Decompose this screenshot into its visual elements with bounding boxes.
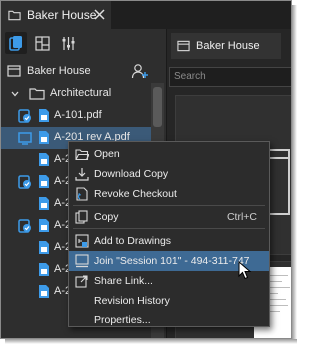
folder-icon bbox=[8, 10, 21, 21]
menu-item-label: Download Copy bbox=[94, 168, 169, 180]
menu-item-revoke-checkout[interactable]: Revoke Checkout bbox=[69, 184, 269, 204]
menu-item-label: Open bbox=[94, 148, 120, 160]
chevron-down-icon[interactable] bbox=[10, 89, 20, 99]
project-name: Baker House bbox=[27, 65, 91, 77]
menu-separator bbox=[73, 228, 265, 229]
sync-status-icon bbox=[18, 218, 32, 234]
pdf-file-icon bbox=[38, 284, 50, 299]
menu-item-open[interactable]: Open bbox=[69, 144, 269, 164]
project-icon bbox=[177, 40, 190, 52]
share-link-icon bbox=[75, 275, 88, 288]
documents-icon bbox=[9, 36, 22, 51]
sliders-icon bbox=[62, 36, 74, 50]
download-icon bbox=[75, 168, 89, 181]
scroll-thumb[interactable] bbox=[153, 87, 162, 127]
app-window: Baker House Baker House Architectural A-… bbox=[0, 0, 292, 339]
tree-folder-architectural[interactable]: Architectural bbox=[1, 83, 161, 105]
pdf-file-icon bbox=[38, 152, 50, 167]
context-menu: Open Download Copy Revoke Checkout Copy Ctrl… bbox=[68, 141, 270, 327]
pdf-file-icon bbox=[38, 196, 50, 211]
pdf-file-icon bbox=[38, 240, 50, 255]
menu-separator bbox=[73, 205, 265, 206]
layout-view-button[interactable] bbox=[31, 32, 53, 54]
tree-file-row[interactable]: A-101.pdf bbox=[1, 105, 161, 127]
copy-icon bbox=[75, 210, 88, 224]
revoke-checkout-icon bbox=[76, 187, 88, 201]
tab-title: Baker House bbox=[27, 8, 97, 22]
menu-item-label: Revision History bbox=[94, 295, 170, 307]
panel-toolbar bbox=[1, 29, 166, 57]
add-user-icon[interactable] bbox=[131, 63, 149, 79]
file-label: A-101.pdf bbox=[54, 109, 102, 121]
menu-item-properties[interactable]: Properties... bbox=[69, 310, 269, 330]
checked-out-icon bbox=[18, 130, 32, 146]
mouse-cursor-icon bbox=[238, 261, 252, 280]
pdf-file-icon bbox=[38, 174, 50, 189]
menu-item-revision-history[interactable]: Revision History bbox=[69, 291, 269, 311]
menu-item-add-to-drawings[interactable]: Add to Drawings bbox=[69, 231, 269, 251]
tab-baker-house[interactable]: Baker House bbox=[1, 1, 111, 29]
sync-status-icon bbox=[18, 108, 32, 124]
pdf-file-icon bbox=[38, 262, 50, 277]
join-session-icon bbox=[75, 254, 89, 268]
menu-item-copy[interactable]: Copy Ctrl+C bbox=[69, 207, 269, 227]
breadcrumb-tab[interactable]: Baker House bbox=[171, 33, 281, 59]
menu-item-label: Revoke Checkout bbox=[94, 188, 177, 200]
search-placeholder: Search bbox=[174, 71, 206, 82]
folder-icon bbox=[29, 88, 45, 100]
menu-item-label: Properties... bbox=[94, 314, 151, 326]
documents-view-button[interactable] bbox=[5, 32, 27, 54]
menu-item-label: Share Link... bbox=[94, 275, 153, 287]
folder-label: Architectural bbox=[50, 87, 112, 99]
menu-item-label: Copy bbox=[94, 211, 119, 223]
add-drawings-icon bbox=[75, 234, 89, 248]
menu-item-label: Join "Session 101" - 494-311-747 bbox=[94, 255, 250, 267]
pdf-file-icon bbox=[38, 218, 50, 233]
layout-icon bbox=[34, 35, 50, 51]
pdf-file-icon bbox=[38, 108, 50, 123]
project-header[interactable]: Baker House bbox=[1, 61, 166, 81]
menu-item-shortcut: Ctrl+C bbox=[226, 211, 257, 223]
menu-item-download-copy[interactable]: Download Copy bbox=[69, 164, 269, 184]
close-icon[interactable] bbox=[93, 8, 106, 21]
search-input[interactable]: Search bbox=[169, 67, 291, 87]
settings-sliders-button[interactable] bbox=[57, 32, 79, 54]
window-shadow bbox=[5, 339, 297, 344]
breadcrumb-title: Baker House bbox=[196, 40, 260, 52]
folder-open-icon bbox=[75, 149, 89, 161]
window-shadow bbox=[292, 5, 297, 343]
menu-item-label: Add to Drawings bbox=[94, 235, 172, 247]
project-icon bbox=[7, 65, 21, 77]
sync-status-icon bbox=[18, 174, 32, 190]
tab-bar: Baker House bbox=[1, 1, 291, 29]
pdf-file-icon bbox=[38, 130, 50, 145]
